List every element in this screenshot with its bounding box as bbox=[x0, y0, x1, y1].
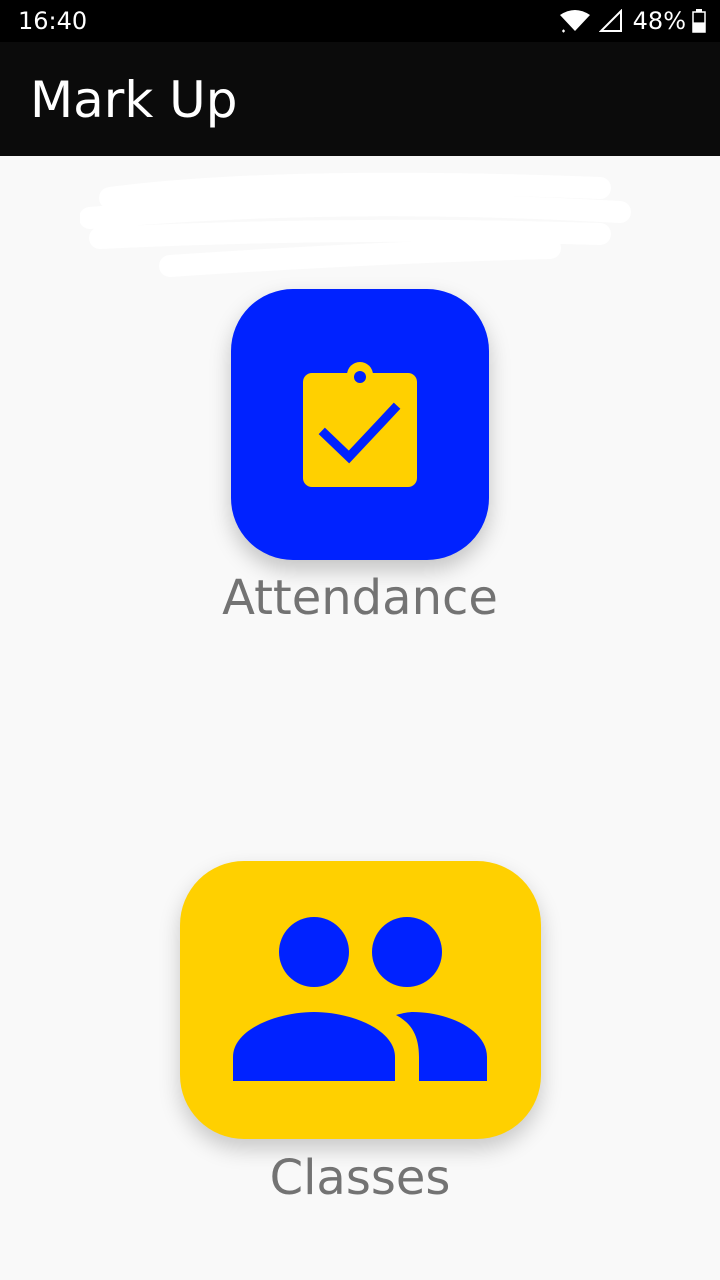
status-icons: 48% bbox=[559, 5, 706, 37]
clipboard-check-icon bbox=[303, 361, 417, 489]
signal-icon bbox=[598, 9, 623, 33]
attendance-label[interactable]: Attendance bbox=[0, 570, 720, 626]
battery-icon bbox=[692, 9, 706, 33]
classes-button[interactable] bbox=[180, 861, 541, 1139]
app-bar: Mark Up bbox=[0, 42, 720, 156]
classes-label[interactable]: Classes bbox=[0, 1150, 720, 1206]
wifi-icon bbox=[559, 9, 591, 33]
status-time: 16:40 bbox=[18, 7, 88, 35]
redaction-scribble bbox=[79, 168, 640, 292]
attendance-button[interactable] bbox=[231, 289, 489, 560]
battery-percent: 48% bbox=[632, 7, 686, 35]
people-icon bbox=[232, 917, 489, 1083]
status-bar: 16:40 48% bbox=[0, 0, 720, 42]
app-title: Mark Up bbox=[30, 71, 238, 129]
